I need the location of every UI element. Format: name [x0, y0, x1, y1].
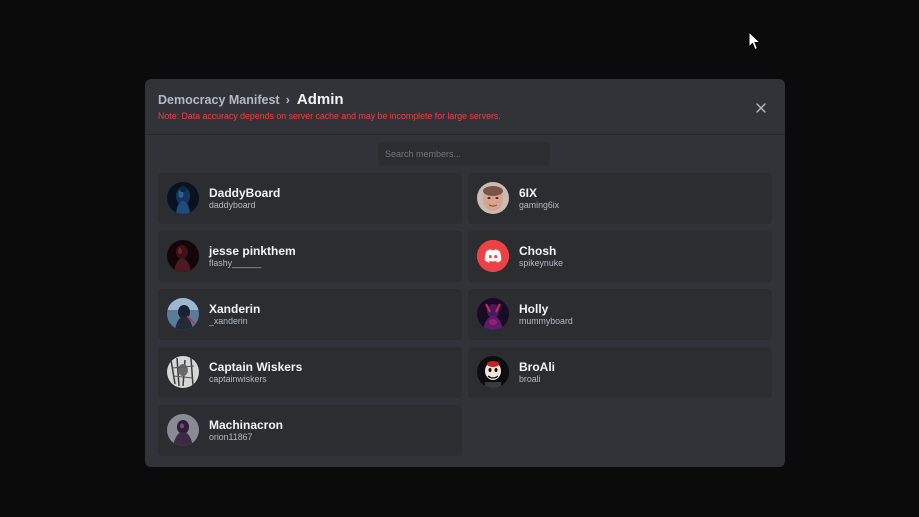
- avatar: [167, 240, 199, 272]
- member-card[interactable]: Captain Wiskers captainwiskers: [158, 347, 462, 398]
- member-username: gaming6ix: [519, 200, 560, 210]
- avatar: [477, 298, 509, 330]
- member-card[interactable]: jesse pinkthem flashy______: [158, 231, 462, 282]
- member-name: 6IX: [519, 186, 538, 200]
- close-button[interactable]: [751, 98, 771, 118]
- member-card[interactable]: BroAli broali: [468, 347, 772, 398]
- close-icon: [756, 103, 766, 113]
- avatar: [477, 240, 509, 272]
- avatar: [477, 182, 509, 214]
- member-name: Captain Wiskers: [209, 360, 303, 374]
- member-card[interactable]: Xanderin _xanderin: [158, 289, 462, 340]
- member-name: DaddyBoard: [209, 186, 281, 200]
- member-name: Machinacron: [209, 418, 284, 432]
- member-card[interactable]: DaddyBoard daddyboard: [158, 173, 462, 224]
- breadcrumb: Democracy Manifest › Admin: [158, 91, 344, 108]
- breadcrumb-server-name: Democracy Manifest: [158, 92, 280, 107]
- avatar: [477, 356, 509, 388]
- mouse-cursor-icon: [748, 31, 762, 51]
- member-username: broali: [519, 374, 541, 384]
- member-card[interactable]: Machinacron orion11867: [158, 405, 462, 456]
- member-username: _xanderin: [209, 316, 248, 326]
- member-name: BroAli: [519, 360, 555, 374]
- breadcrumb-separator: ›: [285, 92, 290, 107]
- member-username: mummyboard: [519, 316, 573, 326]
- modal-header: Democracy Manifest › Admin Note: Data ac…: [145, 79, 785, 135]
- member-username: flashy______: [209, 258, 262, 268]
- discord-logo-icon: [477, 240, 509, 272]
- member-username: daddyboard: [209, 200, 256, 210]
- cache-warning-note: Note: Data accuracy depends on server ca…: [158, 111, 501, 121]
- member-card[interactable]: Chosh spikeynuke: [468, 231, 772, 282]
- role-members-modal: Democracy Manifest › Admin Note: Data ac…: [145, 79, 785, 467]
- member-name: jesse pinkthem: [209, 244, 296, 258]
- member-username: captainwiskers: [209, 374, 267, 384]
- breadcrumb-role-name: Admin: [296, 91, 344, 108]
- member-username: orion11867: [209, 432, 253, 442]
- member-username: spikeynuke: [519, 258, 564, 268]
- avatar: [167, 298, 199, 330]
- member-name: Chosh: [519, 244, 557, 258]
- avatar: [167, 414, 199, 446]
- member-name: Xanderin: [209, 302, 261, 316]
- search-input[interactable]: [378, 142, 550, 166]
- avatar: [167, 182, 199, 214]
- avatar: [167, 356, 199, 388]
- member-name: Holly: [519, 302, 549, 316]
- member-card[interactable]: Holly mummyboard: [468, 289, 772, 340]
- member-card[interactable]: 6IX gaming6ix: [468, 173, 772, 224]
